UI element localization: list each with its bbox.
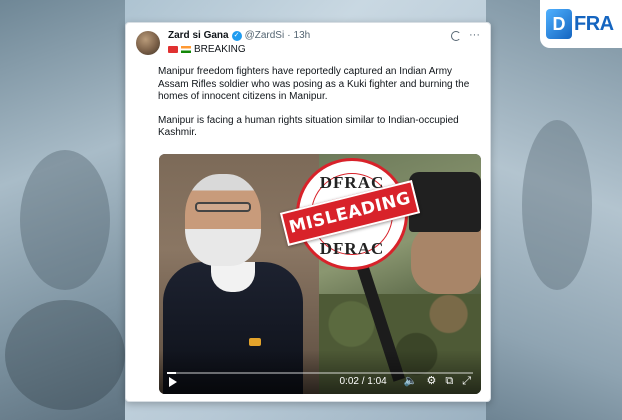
more-options-icon[interactable]: ···: [469, 29, 480, 42]
tweet-body: Manipur freedom fighters have reportedly…: [136, 66, 480, 140]
grok-icon[interactable]: [451, 30, 461, 41]
tweet-time[interactable]: 13h: [294, 29, 311, 42]
verified-badge-icon: ✓: [231, 30, 242, 41]
tweet-paragraph-1: Manipur freedom fighters have reportedly…: [158, 66, 470, 102]
background-shape: [5, 300, 125, 410]
glasses: [195, 202, 251, 212]
picture-in-picture-icon[interactable]: ⧉: [445, 376, 453, 387]
stamp-bottom-text: DFRAC: [319, 239, 385, 258]
india-flag-icon: [181, 46, 191, 53]
logo-text: FRA: [574, 12, 614, 35]
person-head: [185, 174, 261, 266]
background-shape: [20, 150, 110, 290]
settings-gear-icon[interactable]: ⚙: [426, 376, 436, 387]
play-icon[interactable]: [169, 376, 177, 387]
fullscreen-icon[interactable]: ⤢: [462, 376, 471, 387]
soldier-cap: [409, 172, 481, 232]
tweet-video[interactable]: DFRAC DFRAC MISLEADING 0:02 / 1:04 🔈 ⚙ ⧉…: [159, 154, 481, 394]
tweet-meta: Zard si Gana ✓ @ZardSi · 13h ··· BREAKIN…: [168, 29, 480, 55]
volume-icon[interactable]: 🔈: [404, 376, 418, 387]
video-time: 0:02 / 1:04: [339, 376, 387, 387]
progress-bar[interactable]: [167, 372, 473, 374]
separator-dot: ·: [287, 30, 291, 41]
background-shape: [522, 120, 592, 290]
pin: [249, 338, 261, 346]
tweet-card: Zard si Gana ✓ @ZardSi · 13h ··· BREAKIN…: [125, 22, 491, 402]
logo-mark-icon: D: [546, 9, 572, 39]
video-controls: 0:02 / 1:04 🔈 ⚙ ⧉ ⤢: [159, 350, 481, 394]
red-flag-icon: [168, 46, 178, 53]
dfrac-logo: D FRA: [540, 0, 622, 48]
author-name[interactable]: Zard si Gana: [168, 29, 229, 42]
breaking-text: BREAKING: [194, 44, 246, 55]
tweet-header: Zard si Gana ✓ @ZardSi · 13h ··· BREAKIN…: [136, 29, 480, 55]
soldier-face: [411, 224, 481, 294]
avatar[interactable]: [136, 31, 160, 55]
progress-fill: [167, 372, 177, 374]
tweet-paragraph-2: Manipur is facing a human rights situati…: [158, 114, 459, 139]
author-handle[interactable]: @ZardSi: [245, 29, 285, 42]
